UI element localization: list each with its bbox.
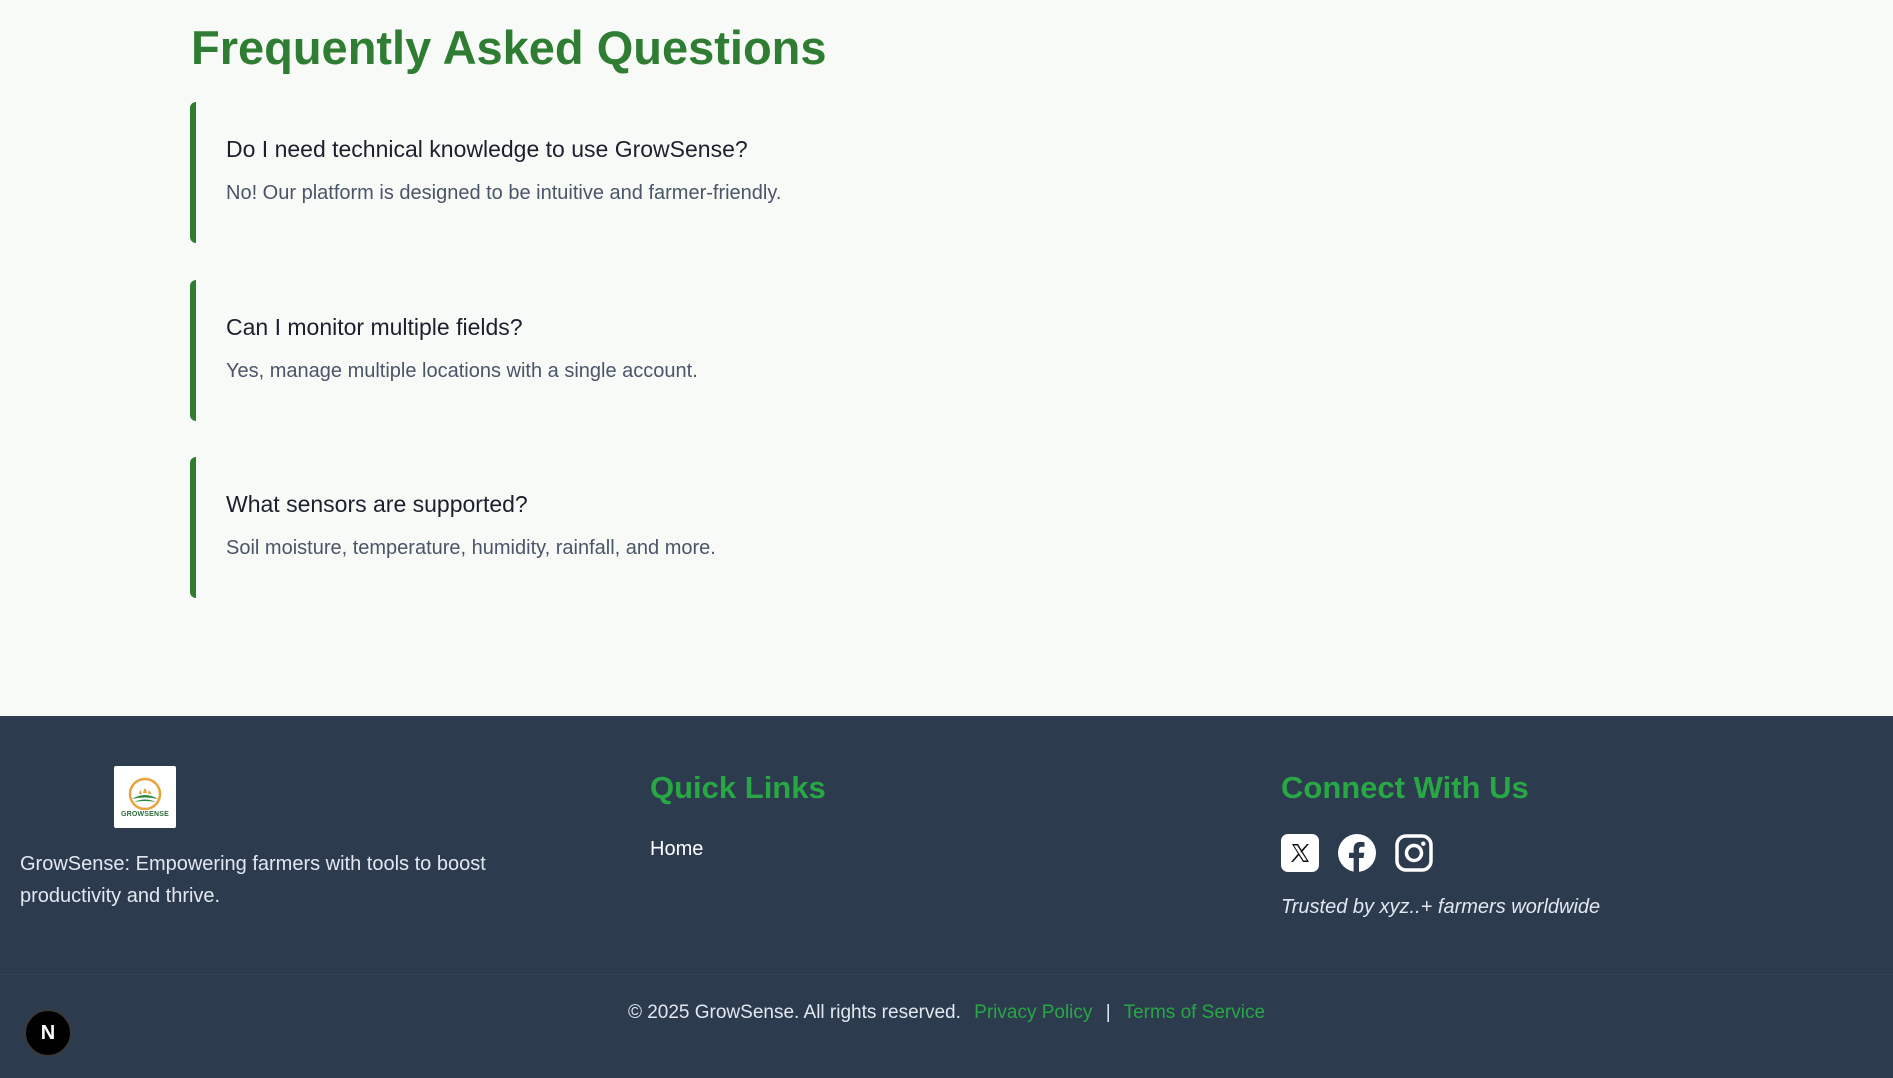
faq-title: Frequently Asked Questions <box>191 21 827 74</box>
faq-question: Do I need technical knowledge to use Gro… <box>226 136 748 162</box>
trusted-text: Trusted by xyz..+ farmers worldwide <box>1281 896 1601 918</box>
site-footer: GROWSENSE GrowSense: Empowering farmers … <box>0 716 1893 1078</box>
faq-item: Can I monitor multiple fields? Yes, mana… <box>190 280 1640 421</box>
terms-of-service-link[interactable]: Terms of Service <box>1124 1002 1265 1023</box>
privacy-policy-link[interactable]: Privacy Policy <box>974 1002 1092 1023</box>
faq-question: What sensors are supported? <box>226 491 528 517</box>
footer-divider <box>0 974 1893 975</box>
connect-heading: Connect With Us <box>1281 770 1529 805</box>
quick-links-heading: Quick Links <box>650 770 826 805</box>
logo-wordmark: GROWSENSE <box>120 810 170 818</box>
link-separator: | <box>1105 1002 1111 1023</box>
instagram-icon[interactable] <box>1395 834 1433 872</box>
faq-item: Do I need technical knowledge to use Gro… <box>190 102 1640 243</box>
faq-question: Can I monitor multiple fields? <box>226 314 523 340</box>
nextjs-dev-badge[interactable]: N <box>24 1009 72 1057</box>
footer-link-home[interactable]: Home <box>650 838 703 861</box>
growsense-logo-mark <box>128 777 162 810</box>
nextjs-logo-icon: N <box>40 1021 56 1044</box>
copyright-text: © 2025 GrowSense. All rights reserved. <box>627 1002 961 1023</box>
facebook-icon[interactable] <box>1338 834 1376 872</box>
faq-answer: No! Our platform is designed to be intui… <box>226 182 782 204</box>
faq-section: Frequently Asked Questions Do I need tec… <box>0 0 1893 716</box>
footer-tagline: GrowSense: Empowering farmers with tools… <box>20 853 486 908</box>
growsense-logo[interactable]: GROWSENSE <box>114 766 176 828</box>
faq-item: What sensors are supported? Soil moistur… <box>190 457 1640 598</box>
faq-answer: Yes, manage multiple locations with a si… <box>226 360 698 382</box>
footer-bottom-bar: © 2025 GrowSense. All rights reserved. P… <box>0 1002 1893 1024</box>
faq-answer: Soil moisture, temperature, humidity, ra… <box>226 537 716 559</box>
x-twitter-icon[interactable] <box>1281 834 1319 872</box>
